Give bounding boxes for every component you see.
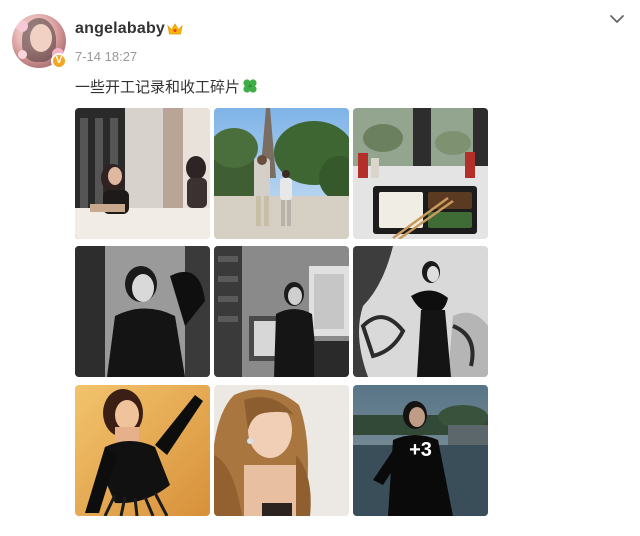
crown-icon [167,23,183,35]
post-text: 一些开工记录和收工碎片 [75,76,258,97]
username-link[interactable]: angelababy [75,20,165,38]
photo-thumbnail[interactable] [214,246,349,377]
post-timestamp[interactable]: 7-14 18:27 [75,49,137,64]
photo-thumbnail[interactable] [353,246,488,377]
avatar[interactable]: V [12,14,67,69]
photo-thumbnail[interactable]: +3 [353,385,488,516]
post-text-content: 一些开工记录和收工碎片 [75,79,241,96]
four-leaf-clover-icon [243,79,257,93]
photo-thumbnail[interactable] [75,108,210,239]
photo-thumbnail[interactable] [75,385,210,516]
photo-thumbnail[interactable] [214,108,349,239]
weibo-post: V angelababy 7-14 18:27 一些开工记录和收工碎片 +3 [0,0,640,536]
verified-badge-icon: V [51,53,67,69]
chevron-down-icon[interactable] [608,12,626,26]
photo-thumbnail[interactable] [214,385,349,516]
photo-thumbnail[interactable] [75,246,210,377]
more-photos-count[interactable]: +3 [353,385,488,516]
photo-thumbnail[interactable] [353,108,488,239]
